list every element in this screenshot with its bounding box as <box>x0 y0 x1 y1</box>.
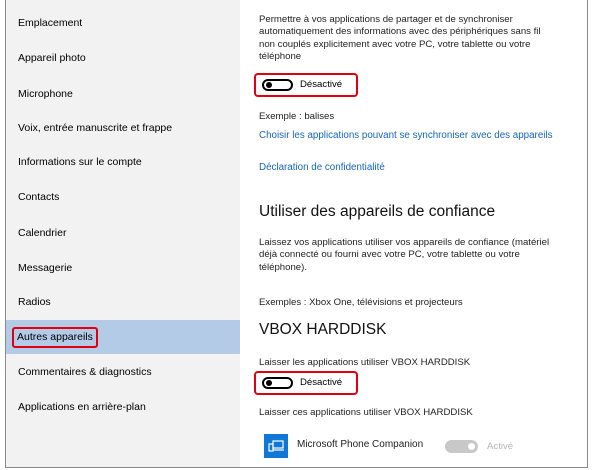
trusted-description-line: téléphone). <box>259 261 308 273</box>
sync-description-line: téléphone <box>259 50 302 62</box>
sidebar-item-label: Autres appareils <box>12 327 98 348</box>
trusted-devices-heading: Utiliser des appareils de confiance <box>259 203 496 220</box>
sidebar-item-voix[interactable]: Voix, entrée manuscrite et frappe <box>6 111 240 145</box>
phone-laptop-icon <box>268 440 284 452</box>
sync-description-line: non couplés explicitement avec votre PC,… <box>259 38 531 50</box>
sync-description-line: Permettre à vos applications de partager… <box>259 14 513 25</box>
sync-toggle-state: Désactivé <box>300 79 343 90</box>
sidebar-item-microphone[interactable]: Microphone <box>6 77 240 111</box>
sidebar-item-label: Radios <box>18 296 51 308</box>
sidebar-item-calendrier[interactable]: Calendrier <box>6 216 240 250</box>
sidebar-item-emplacement[interactable]: Emplacement <box>6 6 240 40</box>
sidebar-item-label: Appareil photo <box>18 52 86 64</box>
device-apps-label: Laisser ces applications utiliser VBOX H… <box>259 407 473 418</box>
toggle-knob <box>468 443 475 450</box>
sidebar-item-autres-appareils[interactable]: Autres appareils <box>6 320 240 354</box>
trusted-examples: Exemples : Xbox One, télévisions et proj… <box>259 297 463 308</box>
device-heading: VBOX HARDDISK <box>259 321 387 338</box>
sidebar-item-label: Informations sur le compte <box>18 156 142 168</box>
sync-description-line: automatiquement des informations avec de… <box>259 26 541 38</box>
sidebar-item-appareil-photo[interactable]: Appareil photo <box>6 41 240 75</box>
sidebar: Emplacement Appareil photo Microphone Vo… <box>6 0 240 467</box>
device-toggle-state: Désactivé <box>300 377 343 388</box>
sidebar-item-label: Microphone <box>18 88 73 100</box>
device-allow-label: Laisser les applications utiliser VBOX H… <box>259 357 471 368</box>
sidebar-item-label: Messagerie <box>18 262 73 274</box>
sidebar-item-label: Applications en arrière-plan <box>18 401 146 413</box>
toggle-knob <box>266 380 272 386</box>
settings-window: Emplacement Appareil photo Microphone Vo… <box>5 0 588 468</box>
sidebar-item-informations-compte[interactable]: Informations sur le compte <box>6 145 240 179</box>
sidebar-item-contacts[interactable]: Contacts <box>6 180 240 214</box>
toggle-knob <box>266 82 272 88</box>
device-toggle-switch[interactable] <box>262 377 293 389</box>
app-toggle-state: Activé <box>487 441 514 452</box>
sidebar-item-commentaires-diagnostics[interactable]: Commentaires & diagnostics <box>6 355 240 389</box>
phone-companion-icon <box>264 434 288 458</box>
sidebar-item-applications-arriere-plan[interactable]: Applications en arrière-plan <box>6 390 240 424</box>
choose-apps-link[interactable]: Choisir les applications pouvant se sync… <box>259 130 553 141</box>
trusted-description-line: déjà connecté ou fourni avec votre PC, v… <box>259 249 520 261</box>
privacy-statement-link[interactable]: Déclaration de confidentialité <box>259 162 385 173</box>
app-name: Microsoft Phone Companion <box>297 439 424 450</box>
sidebar-item-label: Voix, entrée manuscrite et frappe <box>18 122 173 134</box>
main-content: Permettre à vos applications de partager… <box>240 0 587 467</box>
sidebar-item-label: Commentaires & diagnostics <box>18 366 152 378</box>
sidebar-item-label: Calendrier <box>18 227 67 239</box>
app-toggle-switch[interactable] <box>445 440 478 453</box>
device-toggle-highlight: Désactivé <box>254 371 358 395</box>
trusted-description-line: Laissez vos applications utiliser vos ap… <box>259 237 550 248</box>
sync-example: Exemple : balises <box>259 111 335 122</box>
sidebar-item-radios[interactable]: Radios <box>6 285 240 319</box>
sidebar-item-label: Emplacement <box>18 17 83 29</box>
sync-toggle-highlight: Désactivé <box>254 73 358 97</box>
sync-toggle-switch[interactable] <box>262 79 293 91</box>
sidebar-item-messagerie[interactable]: Messagerie <box>6 251 240 285</box>
trusted-description: Laissez vos applications utiliser vos ap… <box>259 237 587 274</box>
sync-description: Permettre à vos applications de partager… <box>259 14 587 63</box>
sidebar-item-label: Contacts <box>18 191 60 203</box>
